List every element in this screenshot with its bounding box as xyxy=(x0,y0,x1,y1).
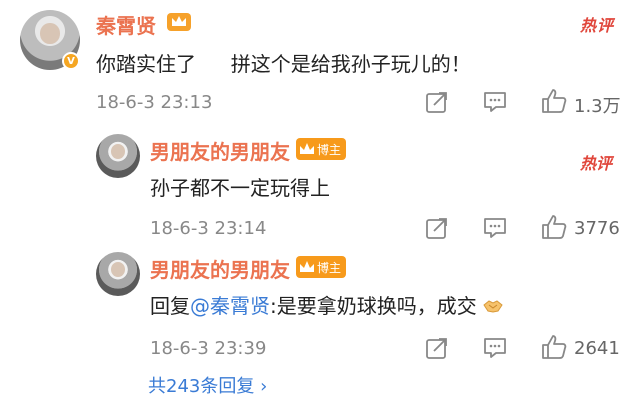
like-count: 1.3万 xyxy=(574,96,621,117)
crown-icon xyxy=(300,143,314,154)
share-icon[interactable] xyxy=(424,89,450,115)
timestamp: 18-6-3 23:14 xyxy=(150,218,267,239)
verified-icon: V xyxy=(62,52,80,70)
comment-icon[interactable] xyxy=(482,215,508,241)
comment-icon[interactable] xyxy=(482,335,508,361)
reply-prefix: 回复 xyxy=(150,294,190,318)
like-icon[interactable] xyxy=(540,213,568,241)
mention-link[interactable]: @秦霄贤 xyxy=(190,294,270,318)
like-icon[interactable] xyxy=(540,333,568,361)
crown-icon xyxy=(300,261,314,272)
like-count: 2641 xyxy=(574,338,620,359)
blogger-tag: 博主 xyxy=(296,138,347,160)
blogger-tag: 博主 xyxy=(296,256,347,278)
avatar[interactable] xyxy=(96,252,140,296)
comment-text-part1: 你踏实住了 xyxy=(96,52,196,76)
hot-comment-badge: 热评 xyxy=(579,16,614,35)
hot-comment-badge: 热评 xyxy=(580,154,613,173)
reply-body: :是要拿奶球换吗，成交 xyxy=(270,294,477,318)
main-comment-text: 你踏实住了 拼这个是给我孙子玩儿的！ xyxy=(96,48,471,77)
tag-label: 博主 xyxy=(317,142,342,157)
reply-text: 孙子都不一定玩得上 xyxy=(150,176,330,200)
avatar-face xyxy=(110,261,126,277)
timestamp: 18-6-3 23:39 xyxy=(150,338,267,359)
comment-text-part2: 拼这个是给我孙子玩儿的！ xyxy=(230,52,471,76)
crown-icon xyxy=(167,13,191,31)
reply-username[interactable]: 男朋友的男朋友 xyxy=(150,136,290,165)
reply-text: 回复@秦霄贤:是要拿奶球换吗，成交 xyxy=(150,290,503,319)
comment-icon[interactable] xyxy=(482,89,508,115)
tag-label: 博主 xyxy=(317,260,342,275)
share-icon[interactable] xyxy=(424,215,450,241)
more-replies-link[interactable]: 共243条回复 › xyxy=(148,372,267,398)
timestamp: 18-6-3 23:13 xyxy=(96,92,213,113)
like-count: 3776 xyxy=(574,218,620,239)
reply-username[interactable]: 男朋友的男朋友 xyxy=(150,254,290,283)
main-username[interactable]: 秦霄贤 xyxy=(96,10,156,39)
avatar-face xyxy=(110,143,126,159)
avatar[interactable] xyxy=(96,134,140,178)
share-icon[interactable] xyxy=(424,335,450,361)
handshake-emoji xyxy=(483,300,503,313)
like-icon[interactable] xyxy=(540,87,568,115)
avatar-face xyxy=(40,23,60,44)
